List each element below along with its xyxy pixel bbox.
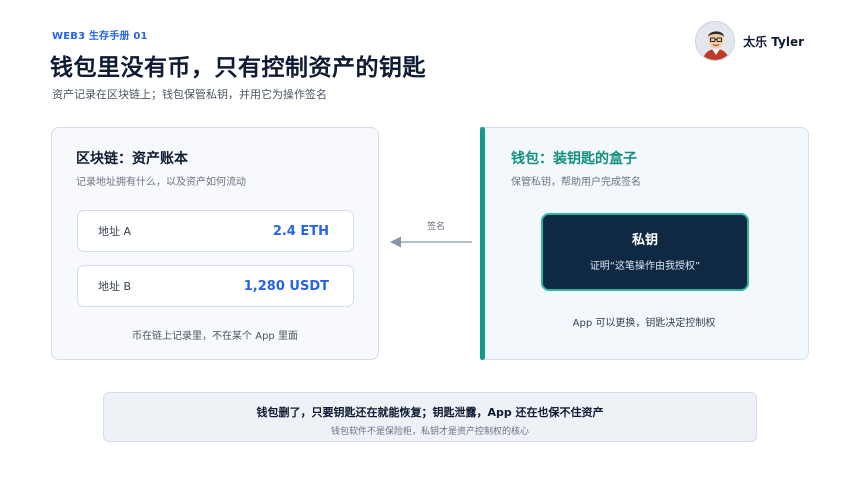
private-key-title: 私钥 [631, 233, 658, 248]
author-badge: 太乐 Tyler [695, 21, 804, 61]
address-balance: 2.4 ETH [272, 223, 329, 239]
ledger-card-title: 区块链：资产账本 [76, 151, 188, 167]
summary-banner: 钱包删了，只要钥匙还在就能恢复；钥匙泄露，App 还在也保不住资产 钱包软件不是… [103, 392, 757, 442]
wallet-card-title: 钱包：装钥匙的盒子 [511, 151, 637, 167]
banner-main-text: 钱包删了，只要钥匙还在就能恢复；钥匙泄露，App 还在也保不住资产 [256, 406, 604, 419]
signature-connector: 签名 [386, 215, 476, 255]
page-title: 钱包里没有币，只有控制资产的钥匙 [50, 55, 426, 81]
wallet-card-desc: 保管私钥，帮助用户完成签名 [511, 177, 641, 188]
address-row-b: 地址 B 1,280 USDT [77, 265, 354, 307]
series-label: WEB3 生存手册 01 [52, 31, 148, 42]
blockchain-ledger-card: 区块链：资产账本 记录地址拥有什么，以及资产如何流动 地址 A 2.4 ETH … [51, 127, 379, 360]
avatar-icon [695, 21, 736, 61]
banner-sub-text: 钱包软件不是保险柜，私钥才是资产控制权的核心 [330, 427, 529, 437]
address-row-a: 地址 A 2.4 ETH [77, 210, 354, 252]
wallet-card: 钱包：装钥匙的盒子 保管私钥，帮助用户完成签名 私钥 证明“这笔操作由我授权” … [480, 127, 809, 360]
private-key-box: 私钥 证明“这笔操作由我授权” [541, 213, 749, 291]
address-balance: 1,280 USDT [243, 278, 329, 294]
address-label: 地址 B [98, 280, 132, 293]
wallet-card-note: App 可以更换，钥匙决定控制权 [572, 318, 716, 329]
arrow-left-icon [390, 236, 472, 248]
ledger-card-desc: 记录地址拥有什么，以及资产如何流动 [76, 177, 246, 188]
ledger-card-note: 币在链上记录里，不在某个 App 里面 [132, 331, 298, 342]
address-label: 地址 A [98, 225, 132, 238]
private-key-desc: 证明“这笔操作由我授权” [589, 261, 701, 272]
author-name: 太乐 Tyler [743, 34, 804, 49]
page-subtitle: 资产记录在区块链上；钱包保管私钥，并用它为操作签名 [52, 88, 327, 101]
